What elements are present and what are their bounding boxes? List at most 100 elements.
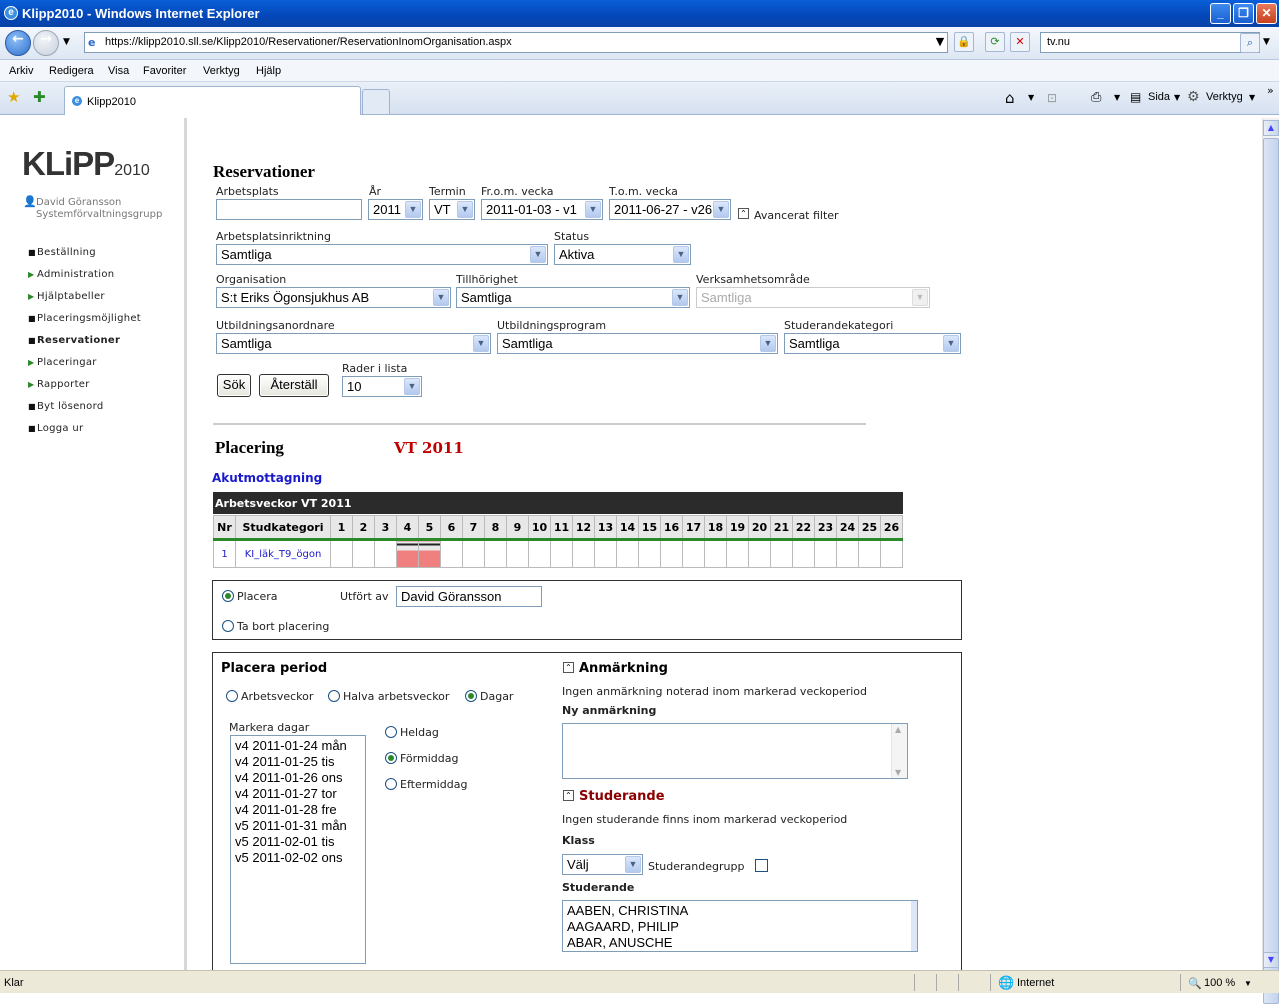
studerandegrupp-checkbox[interactable] (755, 859, 768, 872)
scroll-down-icon[interactable]: ▼ (1263, 952, 1279, 968)
sidebar-item-administration[interactable]: ▶ Administration (28, 269, 114, 280)
row-kategori-link[interactable]: KI_läk_T9_ögon (235, 539, 331, 568)
favorites-star-icon[interactable]: ★ (7, 88, 20, 106)
sok-button[interactable]: Sök (217, 374, 251, 397)
new-tab-button[interactable] (362, 89, 390, 114)
list-item[interactable]: v5 2011-02-01 tis (235, 834, 361, 850)
ny-anmarkning-textarea[interactable]: ▲ ▼ (562, 723, 908, 779)
table-row[interactable]: 1 KI_läk_T9_ögon (213, 539, 903, 568)
search-options-icon[interactable]: ▼ (1263, 37, 1270, 47)
search-icon[interactable]: ⌕ (1240, 33, 1260, 53)
sidebar-item-reservationer[interactable]: ■Reservationer (28, 335, 120, 346)
week-cell-booked[interactable] (396, 539, 419, 568)
list-item[interactable]: v4 2011-01-25 tis (235, 754, 361, 770)
heldag-radio[interactable] (385, 726, 397, 738)
week-cell[interactable] (330, 539, 353, 568)
week-cell[interactable] (682, 539, 705, 568)
from-vecka-select[interactable]: 2011-01-03 - v1 ▼ (481, 199, 603, 220)
forward-icon[interactable]: → (33, 30, 59, 56)
tillhorighet-select[interactable]: Samtliga ▼ (456, 287, 690, 308)
close-window-button[interactable]: ✕ (1256, 3, 1277, 24)
avancerat-filter-link[interactable]: Avancerat filter (754, 209, 839, 222)
list-item[interactable]: v4 2011-01-27 tor (235, 786, 361, 802)
page-menu-icon[interactable]: ▤ (1130, 90, 1141, 104)
sidebar-item-placeringar[interactable]: ▶ Placeringar (28, 357, 97, 368)
expand-filter-icon[interactable]: ⌃ (738, 208, 749, 219)
rader-select[interactable]: 10 ▼ (342, 376, 422, 397)
week-cell[interactable] (814, 539, 837, 568)
rss-icon[interactable]: ⊡ (1047, 91, 1057, 105)
tools-dropdown-icon[interactable]: ▼ (1249, 93, 1255, 102)
history-dropdown-icon[interactable]: ▼ (63, 37, 70, 47)
lock-icon[interactable]: 🔒 (954, 32, 974, 52)
page-dropdown-icon[interactable]: ▼ (1174, 93, 1180, 102)
menu-redigera[interactable]: Redigera (49, 65, 94, 77)
list-item[interactable]: ABAR, ANUSCHE (567, 935, 913, 951)
scroll-up-icon[interactable]: ▲ (1263, 120, 1279, 136)
refresh-icon[interactable]: ⟳ (985, 32, 1005, 52)
sidebar-item-byt-losenord[interactable]: ■Byt lösenord (28, 401, 103, 412)
page-scrollbar[interactable]: ▲ ▼ (1262, 118, 1279, 1004)
tom-vecka-select[interactable]: 2011-06-27 - v26 ▼ (609, 199, 731, 220)
zoom-label[interactable]: 100 % (1204, 977, 1235, 989)
mode-dagar-radio[interactable] (465, 690, 477, 702)
placera-radio[interactable] (222, 590, 234, 602)
list-item[interactable]: v4 2011-01-28 fre (235, 802, 361, 818)
add-favorite-icon[interactable]: ✚ (33, 88, 46, 106)
organisation-select[interactable]: S:t Eriks Ögonsjukhus AB ▼ (216, 287, 451, 308)
week-cell-booked[interactable] (418, 539, 441, 568)
formiddag-radio[interactable] (385, 752, 397, 764)
list-item[interactable]: v4 2011-01-26 ons (235, 770, 361, 786)
zoom-dropdown-icon[interactable]: ▼ (1244, 979, 1252, 988)
list-item[interactable]: AABEN, CHRISTINA (567, 903, 913, 919)
week-cell[interactable] (506, 539, 529, 568)
week-cell[interactable] (748, 539, 771, 568)
maximize-button[interactable]: ❐ (1233, 3, 1254, 24)
menu-verktyg[interactable]: Verktyg (203, 65, 240, 77)
sidebar-item-logga-ur[interactable]: ■Logga ur (28, 423, 83, 434)
zoom-icon[interactable]: 🔍 (1188, 977, 1202, 990)
menu-hjalp[interactable]: Hjälp (256, 65, 281, 77)
week-cell[interactable] (638, 539, 661, 568)
address-input[interactable]: https://klipp2010.sll.se/Klipp2010/Reser… (84, 32, 948, 53)
week-cell[interactable] (550, 539, 573, 568)
week-cell[interactable] (528, 539, 551, 568)
verksamhetsomrade-select[interactable]: Samtliga ▼ (696, 287, 930, 308)
week-cell[interactable] (880, 539, 903, 568)
menu-visa[interactable]: Visa (108, 65, 129, 77)
week-cell[interactable] (594, 539, 617, 568)
week-cell[interactable] (660, 539, 683, 568)
aterstall-button[interactable]: Återställ (259, 374, 329, 397)
unit-link[interactable]: Akutmottagning (212, 471, 322, 485)
gear-icon[interactable]: ⚙ (1187, 89, 1200, 105)
menu-favoriter[interactable]: Favoriter (143, 65, 186, 77)
menu-arkiv[interactable]: Arkiv (9, 65, 33, 77)
ar-select[interactable]: 2011 ▼ (368, 199, 423, 220)
mode-arbetsveckor-radio[interactable] (226, 690, 238, 702)
week-cell[interactable] (484, 539, 507, 568)
week-cell[interactable] (726, 539, 749, 568)
print-dropdown-icon[interactable]: ▼ (1114, 93, 1120, 102)
textarea-scrollbar[interactable]: ▲ ▼ (891, 724, 907, 778)
week-cell[interactable] (572, 539, 595, 568)
list-item[interactable]: v5 2011-01-31 mån (235, 818, 361, 834)
listbox-scrollbar[interactable] (911, 901, 917, 951)
sidebar-item-placeringsmojlighet[interactable]: ■Placeringsmöjlighet (28, 313, 141, 324)
inriktning-select[interactable]: Samtliga ▼ (216, 244, 548, 265)
week-cell[interactable] (792, 539, 815, 568)
address-dropdown-icon[interactable]: ▼ (930, 33, 950, 53)
termin-select[interactable]: VT ▼ (429, 199, 475, 220)
back-icon[interactable]: ← (5, 30, 31, 56)
ta-bort-radio[interactable] (222, 620, 234, 632)
tools-menu-label[interactable]: Verktyg (1206, 91, 1243, 103)
home-dropdown-icon[interactable]: ▼ (1028, 93, 1034, 102)
stop-icon[interactable]: ✕ (1010, 32, 1030, 52)
list-item[interactable]: v5 2011-02-02 ons (235, 850, 361, 866)
week-cell[interactable] (616, 539, 639, 568)
arbetsplats-input[interactable] (216, 199, 362, 220)
eftermiddag-radio[interactable] (385, 778, 397, 790)
studerandekategori-select[interactable]: Samtliga ▼ (784, 333, 961, 354)
sidebar-item-hjalptabeller[interactable]: ▶ Hjälptabeller (28, 291, 105, 302)
week-cell[interactable] (770, 539, 793, 568)
minimize-button[interactable]: _ (1210, 3, 1231, 24)
